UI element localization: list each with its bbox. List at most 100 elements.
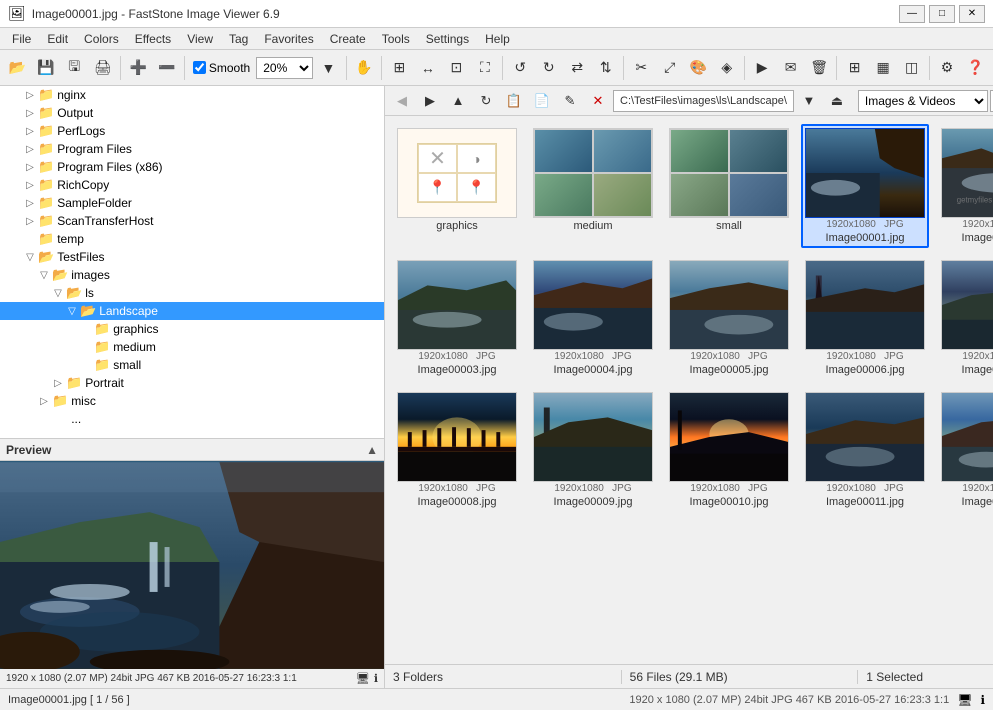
tree-item-more[interactable]: 📁 ... bbox=[0, 410, 384, 428]
tree-item-scantransfer[interactable]: ▷ 📁 ScanTransferHost bbox=[0, 212, 384, 230]
thumb-item-image00009[interactable]: 1920x1080 JPG Image00009.jpg bbox=[529, 388, 657, 512]
hand-tool-button[interactable]: ✋ bbox=[351, 54, 378, 82]
nav-back-button[interactable]: ◀ bbox=[389, 89, 415, 113]
left-panel: ▷ 📁 nginx ▷ 📁 Output ▷ 📁 PerfLogs ▷ 📁 Pr… bbox=[0, 86, 385, 688]
filter-select[interactable]: Images & Videos All Files Images Only Vi… bbox=[858, 90, 988, 112]
thumb-item-image00003[interactable]: 1920x1080 JPG Image00003.jpg bbox=[393, 256, 521, 380]
tree-item-progfiles86[interactable]: ▷ 📁 Program Files (x86) bbox=[0, 158, 384, 176]
menu-view[interactable]: View bbox=[179, 30, 221, 48]
tree-item-misc[interactable]: ▷ 📁 misc bbox=[0, 392, 384, 410]
thumb-item-image00010[interactable]: 1920x1080 JPG Image00010.jpg bbox=[665, 388, 793, 512]
tree-item-images[interactable]: ▽ 📂 images bbox=[0, 266, 384, 284]
tree-item-ls[interactable]: ▽ 📂 ls bbox=[0, 284, 384, 302]
rotate-left-button[interactable]: ↺ bbox=[507, 54, 534, 82]
menu-tag[interactable]: Tag bbox=[221, 30, 256, 48]
fit-width-button[interactable]: ↔ bbox=[415, 54, 442, 82]
settings-button[interactable]: ⚙ bbox=[934, 54, 961, 82]
open-button[interactable]: 📂 bbox=[4, 54, 31, 82]
email-button[interactable]: ✉ bbox=[777, 54, 804, 82]
menu-help[interactable]: Help bbox=[477, 30, 518, 48]
nav-forward-button[interactable]: ▶ bbox=[417, 89, 443, 113]
filmstrip-button[interactable]: ▦ bbox=[870, 54, 897, 82]
zoom-select[interactable]: 20% 10% 15% 25% 30% 50% 75% 100% bbox=[256, 57, 313, 79]
nav-paste-button[interactable]: 📄 bbox=[529, 89, 555, 113]
thumb-item-image00005[interactable]: 1920x1080 JPG Image00005.jpg bbox=[665, 256, 793, 380]
menu-tools[interactable]: Tools bbox=[374, 30, 418, 48]
nav-eject-button[interactable]: ⏏ bbox=[824, 89, 850, 113]
zoom-out-button[interactable]: ➖ bbox=[153, 54, 180, 82]
help-button[interactable]: ❓ bbox=[962, 54, 989, 82]
tree-item-graphics[interactable]: 📁 graphics bbox=[0, 320, 384, 338]
nav-rename-button[interactable]: ✎ bbox=[557, 89, 583, 113]
monitor-status-icon: 🖥 bbox=[957, 693, 972, 707]
save-as-button[interactable]: 🖫 bbox=[61, 54, 88, 82]
tree-item-progfiles[interactable]: ▷ 📁 Program Files bbox=[0, 140, 384, 158]
zoom-in-button[interactable]: ➕ bbox=[125, 54, 152, 82]
maximize-button[interactable]: □ bbox=[929, 5, 955, 23]
close-button[interactable]: ✕ bbox=[959, 5, 985, 23]
preview-arrow[interactable]: ▲ bbox=[366, 443, 378, 457]
print-button[interactable]: 🖨 bbox=[90, 54, 117, 82]
expand-icon: ▷ bbox=[24, 90, 36, 101]
thumb-item-image00001[interactable]: 1920x1080 JPG Image00001.jpg bbox=[801, 124, 929, 248]
tree-item-samplefolder[interactable]: ▷ 📁 SampleFolder bbox=[0, 194, 384, 212]
thumb-item-image00012[interactable]: 1920x1080 JPG Image00012.jpg bbox=[937, 388, 993, 512]
flip-v-button[interactable]: ⇅ bbox=[593, 54, 620, 82]
thumbnails-button[interactable]: ⊞ bbox=[841, 54, 868, 82]
menu-effects[interactable]: Effects bbox=[127, 30, 179, 48]
nav-up-button[interactable]: ▲ bbox=[445, 89, 471, 113]
thumb-item-image00008[interactable]: 1920x1080 JPG Image00008.jpg bbox=[393, 388, 521, 512]
thumb-item-small[interactable]: small bbox=[665, 124, 793, 248]
menu-favorites[interactable]: Favorites bbox=[256, 30, 321, 48]
slideshow-button[interactable]: ▶ bbox=[749, 54, 776, 82]
rotate-right-button[interactable]: ↻ bbox=[536, 54, 563, 82]
path-dropdown-button[interactable]: ▼ bbox=[796, 89, 822, 113]
path-bar[interactable]: C:\TestFiles\images\ls\Landscape\ bbox=[613, 90, 794, 112]
tree-item-landscape[interactable]: ▽ 📂 Landscape bbox=[0, 302, 384, 320]
minimize-button[interactable]: — bbox=[899, 5, 925, 23]
tree-item-testfiles[interactable]: ▽ 📂 TestFiles bbox=[0, 248, 384, 266]
fullscreen-button[interactable]: ⛶ bbox=[472, 54, 499, 82]
tree-item-perflogs[interactable]: ▷ 📁 PerfLogs bbox=[0, 122, 384, 140]
thumb-item-image00011[interactable]: 1920x1080 JPG Image00011.jpg bbox=[801, 388, 929, 512]
nav-copy-button[interactable]: 📋 bbox=[501, 89, 527, 113]
thumb-item-image00002[interactable]: getmyfiles 1920x1080 JPG Image00002.jpg bbox=[937, 124, 993, 248]
zoom-dropdown-button[interactable]: ▼ bbox=[315, 54, 342, 82]
thumb-item-image00006[interactable]: 1920x1080 JPG Image00006.jpg bbox=[801, 256, 929, 380]
tree-label: TestFiles bbox=[57, 250, 104, 264]
preview-image bbox=[0, 461, 384, 669]
menu-create[interactable]: Create bbox=[322, 30, 374, 48]
color-adjust-button[interactable]: 🎨 bbox=[685, 54, 712, 82]
delete-button[interactable]: 🗑 bbox=[806, 54, 833, 82]
tree-item-small[interactable]: 📁 small bbox=[0, 356, 384, 374]
menu-settings[interactable]: Settings bbox=[418, 30, 477, 48]
menu-file[interactable]: File bbox=[4, 30, 39, 48]
thumb-item-image00007[interactable]: 1920x1080 JPG Image00007.jpg bbox=[937, 256, 993, 380]
sharpen-button[interactable]: ◈ bbox=[713, 54, 740, 82]
tree-label: images bbox=[71, 268, 110, 282]
tree-item-richcopy[interactable]: ▷ 📁 RichCopy bbox=[0, 176, 384, 194]
crop-button[interactable]: ✂ bbox=[628, 54, 655, 82]
tree-item-output[interactable]: ▷ 📁 Output bbox=[0, 104, 384, 122]
menu-edit[interactable]: Edit bbox=[39, 30, 76, 48]
thumbnails-area[interactable]: ✕ ◑ 📍 📍 graphics bbox=[385, 116, 993, 664]
folder-icon: 📁 bbox=[94, 339, 110, 355]
tree-item-nginx[interactable]: ▷ 📁 nginx bbox=[0, 86, 384, 104]
thumb-item-image00004[interactable]: 1920x1080 JPG Image00004.jpg bbox=[529, 256, 657, 380]
smooth-checkbox[interactable] bbox=[193, 61, 206, 74]
menu-colors[interactable]: Colors bbox=[76, 30, 127, 48]
flip-h-button[interactable]: ⇄ bbox=[564, 54, 591, 82]
fit-window-button[interactable]: ⊞ bbox=[386, 54, 413, 82]
save-button[interactable]: 💾 bbox=[33, 54, 60, 82]
tree-item-portrait[interactable]: ▷ 📁 Portrait bbox=[0, 374, 384, 392]
actual-size-button[interactable]: ⊡ bbox=[443, 54, 470, 82]
compare-button[interactable]: ◫ bbox=[898, 54, 925, 82]
nav-delete-button[interactable]: ✕ bbox=[585, 89, 611, 113]
thumb-item-graphics[interactable]: ✕ ◑ 📍 📍 graphics bbox=[393, 124, 521, 248]
tree-item-temp[interactable]: 📁 temp bbox=[0, 230, 384, 248]
nav-refresh-button[interactable]: ↻ bbox=[473, 89, 499, 113]
thumb-item-medium[interactable]: medium bbox=[529, 124, 657, 248]
resize-button[interactable]: ⤢ bbox=[656, 54, 683, 82]
tree-item-medium[interactable]: 📁 medium bbox=[0, 338, 384, 356]
folder-tree[interactable]: ▷ 📁 nginx ▷ 📁 Output ▷ 📁 PerfLogs ▷ 📁 Pr… bbox=[0, 86, 384, 438]
